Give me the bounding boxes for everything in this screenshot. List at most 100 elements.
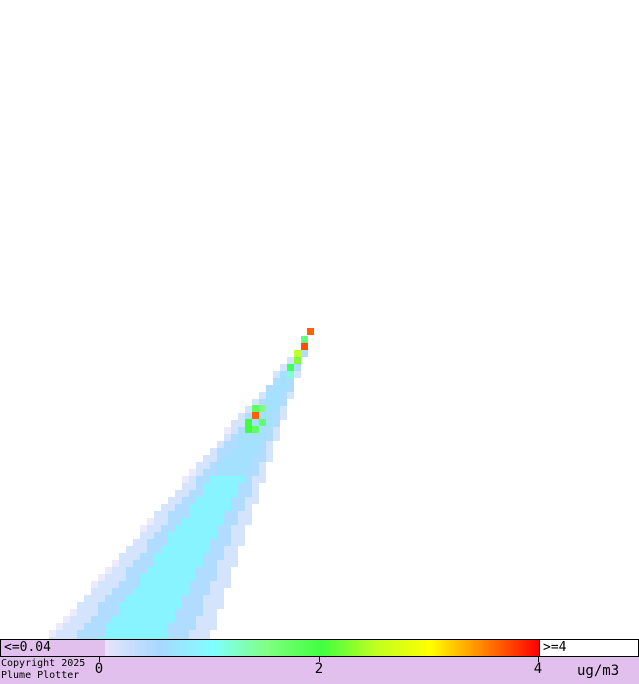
plume-cell bbox=[70, 630, 77, 637]
plume-cell bbox=[168, 609, 175, 616]
plume-cell bbox=[161, 553, 168, 560]
plume-cell bbox=[189, 497, 196, 504]
copyright-line-2: Plume Plotter bbox=[1, 670, 80, 681]
plume-cell bbox=[252, 497, 259, 504]
plume-cell bbox=[217, 525, 224, 532]
plume-cell bbox=[98, 595, 105, 602]
plume-cell bbox=[210, 476, 217, 483]
plume-cell bbox=[252, 469, 259, 476]
plume-cell bbox=[189, 476, 196, 483]
plume-cell bbox=[147, 609, 154, 616]
plume-cell bbox=[245, 497, 252, 504]
plume-cell bbox=[294, 371, 301, 378]
plume-cell bbox=[217, 462, 224, 469]
plume-cell bbox=[203, 532, 210, 539]
plume-cell bbox=[112, 581, 119, 588]
plume-cell bbox=[280, 392, 287, 399]
plume-cell bbox=[210, 462, 217, 469]
plume-cell bbox=[133, 602, 140, 609]
plume-cell bbox=[224, 581, 231, 588]
plume-cell bbox=[280, 406, 287, 413]
plume-cell bbox=[182, 539, 189, 546]
plume-cell bbox=[273, 392, 280, 399]
plume-cell bbox=[238, 490, 245, 497]
plume-cell bbox=[266, 399, 273, 406]
plume-cell bbox=[182, 595, 189, 602]
plume-cell bbox=[182, 483, 189, 490]
plume-cell bbox=[154, 623, 161, 630]
plume-cell bbox=[231, 546, 238, 553]
legend-high-label: >=4 bbox=[539, 640, 638, 656]
plume-cell bbox=[189, 630, 196, 637]
plume-cell bbox=[273, 434, 280, 441]
plume-cell bbox=[231, 420, 238, 427]
plume-cell bbox=[154, 602, 161, 609]
plume-cell bbox=[252, 483, 259, 490]
plume-cell bbox=[210, 532, 217, 539]
plume-cell bbox=[70, 609, 77, 616]
plume-cell bbox=[280, 378, 287, 385]
plume-cell bbox=[273, 399, 280, 406]
plume-cell bbox=[245, 441, 252, 448]
plume-cell bbox=[112, 588, 119, 595]
plume-cell bbox=[203, 497, 210, 504]
plume-cell bbox=[147, 581, 154, 588]
plume-cell bbox=[161, 546, 168, 553]
plume-cell bbox=[175, 532, 182, 539]
plume-cell bbox=[245, 518, 252, 525]
plume-cell bbox=[161, 616, 168, 623]
plume-cell bbox=[189, 581, 196, 588]
plume-cell bbox=[217, 595, 224, 602]
plume-cell bbox=[140, 525, 147, 532]
plume-cell bbox=[245, 490, 252, 497]
plume-cell bbox=[196, 490, 203, 497]
plume-cell bbox=[224, 476, 231, 483]
plume-cell bbox=[105, 623, 112, 630]
plume-cell bbox=[217, 518, 224, 525]
plume-cell bbox=[196, 504, 203, 511]
plume-cell bbox=[203, 462, 210, 469]
plume-cell bbox=[217, 511, 224, 518]
copyright-text: Copyright 2025 Plume Plotter bbox=[1, 658, 85, 682]
plume-cell bbox=[161, 539, 168, 546]
plume-cell bbox=[168, 574, 175, 581]
plume-cell bbox=[140, 616, 147, 623]
plume-cell bbox=[210, 553, 217, 560]
plume-cell bbox=[91, 623, 98, 630]
plume-cell bbox=[112, 567, 119, 574]
plume-cell bbox=[126, 567, 133, 574]
plume-cell bbox=[161, 630, 168, 637]
plume-cell bbox=[119, 553, 126, 560]
plume-cell bbox=[266, 406, 273, 413]
plume-cell bbox=[210, 581, 217, 588]
plume-cell bbox=[140, 595, 147, 602]
plume-cell bbox=[182, 581, 189, 588]
plume-cell bbox=[259, 413, 266, 420]
plume-cell bbox=[210, 497, 217, 504]
plume-cell bbox=[189, 602, 196, 609]
plume-cell bbox=[189, 539, 196, 546]
plume-cell bbox=[210, 504, 217, 511]
plume-cell bbox=[196, 497, 203, 504]
plume-cell bbox=[112, 630, 119, 637]
plume-cell bbox=[196, 483, 203, 490]
plume-cell bbox=[140, 560, 147, 567]
plume-cell bbox=[273, 371, 280, 378]
plume-cell bbox=[140, 602, 147, 609]
plume-cell bbox=[70, 623, 77, 630]
plume-cell bbox=[252, 441, 259, 448]
legend-low-label: <=0.04 bbox=[1, 640, 105, 656]
plume-cell bbox=[203, 546, 210, 553]
plume-cell bbox=[203, 553, 210, 560]
plume-cell bbox=[161, 525, 168, 532]
plume-cell bbox=[203, 560, 210, 567]
plume-cell bbox=[168, 602, 175, 609]
plume-cell bbox=[175, 609, 182, 616]
plume-hotspot bbox=[307, 328, 314, 335]
plume-cell bbox=[161, 602, 168, 609]
plume-cell bbox=[175, 525, 182, 532]
plume-cell bbox=[266, 434, 273, 441]
plume-cell bbox=[105, 574, 112, 581]
plume-cell bbox=[238, 441, 245, 448]
plume-cell bbox=[98, 616, 105, 623]
